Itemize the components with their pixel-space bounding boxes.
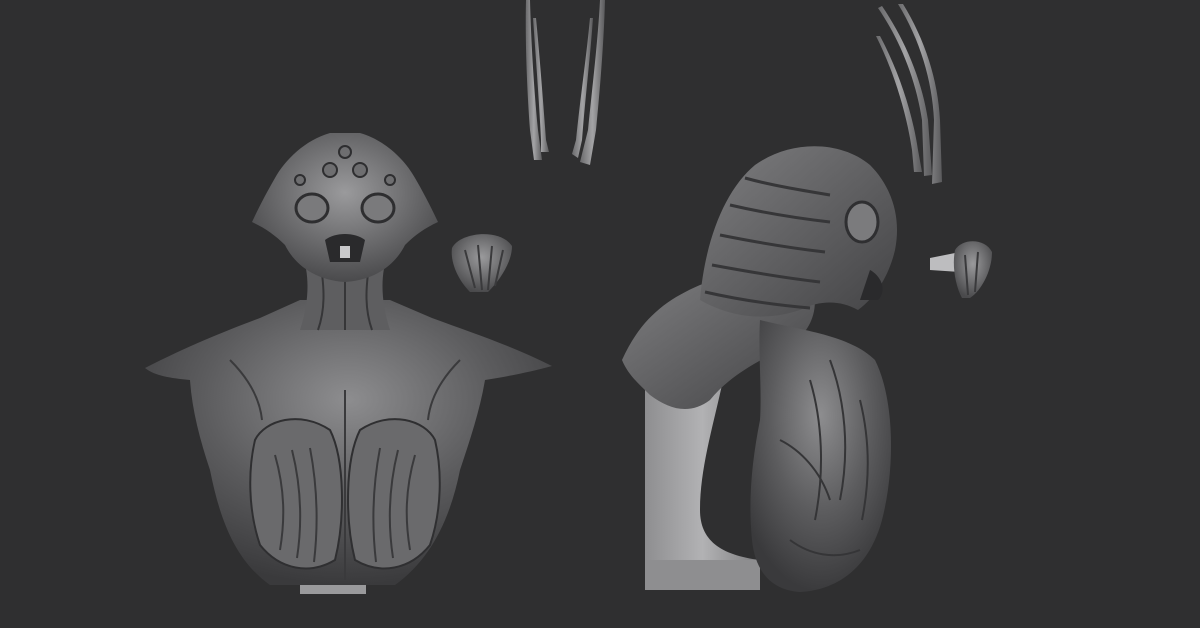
sculpt-viewport[interactable] (0, 0, 1200, 628)
front-eye-right (360, 192, 396, 224)
front-shoulders (145, 300, 552, 585)
front-view-bust (145, 133, 552, 594)
tendrils-center (525, 0, 605, 165)
front-chest-right (347, 418, 441, 570)
front-chest-left (249, 418, 343, 570)
side-view-bust (622, 146, 898, 592)
front-claw-piece (451, 234, 512, 292)
side-claw-piece (930, 241, 992, 298)
tendrils-right (876, 4, 942, 184)
side-plinth (645, 385, 760, 590)
sculpt-scene (145, 0, 992, 594)
front-eye-left (294, 192, 330, 224)
